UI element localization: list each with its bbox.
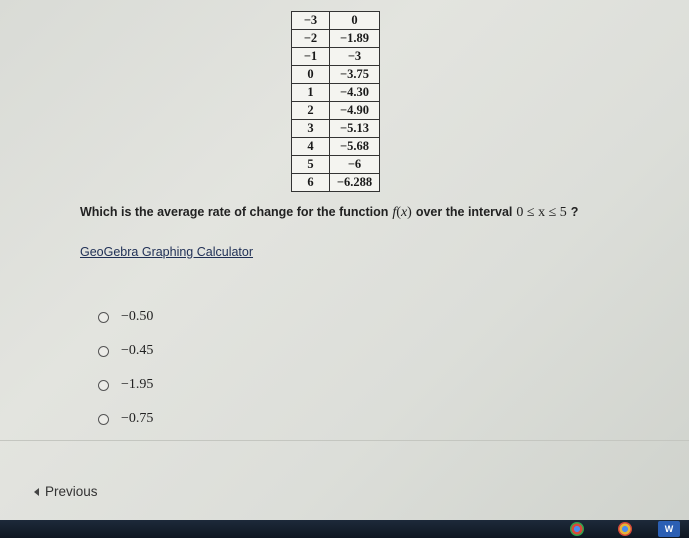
table-cell-y: 0 [329, 11, 380, 30]
function-notation: f(x) [392, 205, 412, 220]
table-row: 2 −4.90 [291, 101, 380, 120]
function-name: f [392, 205, 397, 220]
chrome-icon[interactable] [618, 522, 632, 536]
choice-label: −0.50 [121, 309, 154, 324]
table-row: 0 −3.75 [291, 65, 380, 84]
table-cell-x: 4 [291, 137, 330, 156]
table-cell-y: −4.90 [329, 101, 380, 120]
choice-label: −0.75 [121, 411, 154, 426]
table-row: −2 −1.89 [291, 29, 380, 48]
table-cell-x: −3 [291, 11, 330, 30]
radio-button[interactable] [98, 379, 109, 391]
question-prefix: Which is the average rate of change for … [80, 205, 389, 219]
values-table: −3 0 −2 −1.89 −1 −3 0 −3.75 1 −4.30 2 −4… [291, 11, 380, 192]
table-cell-y: −3.75 [329, 65, 380, 84]
table-cell-y: −5.68 [329, 137, 380, 156]
answer-choice[interactable]: −1.95 [98, 368, 298, 402]
table-cell-y: −6 [329, 155, 380, 174]
section-divider [0, 440, 689, 441]
table-row: −1 −3 [291, 47, 380, 66]
table-cell-x: −2 [291, 29, 330, 48]
choice-label: −0.45 [121, 343, 154, 358]
word-icon[interactable]: W [658, 521, 680, 537]
radio-button[interactable] [98, 345, 109, 357]
answer-choice[interactable]: −0.50 [98, 300, 298, 334]
question-text: Which is the average rate of change for … [80, 205, 578, 221]
quiz-screen: −3 0 −2 −1.89 −1 −3 0 −3.75 1 −4.30 2 −4… [0, 0, 689, 538]
table-cell-y: −5.13 [329, 119, 380, 138]
table-row: 5 −6 [291, 155, 380, 174]
table-cell-x: 1 [291, 83, 330, 102]
function-variable: x [400, 205, 408, 220]
table-cell-x: 5 [291, 155, 330, 174]
interval-notation: 0 ≤ x ≤ 5 [516, 205, 567, 220]
choice-label: −1.95 [121, 377, 154, 392]
table-cell-x: −1 [291, 47, 330, 66]
radio-button[interactable] [98, 311, 109, 323]
table-cell-y: −6.288 [329, 173, 380, 192]
table-row: 3 −5.13 [291, 119, 380, 138]
radio-button[interactable] [98, 413, 109, 425]
chrome-icon[interactable] [570, 522, 584, 536]
table-row: 4 −5.68 [291, 137, 380, 156]
caret-left-icon [34, 487, 39, 496]
table-cell-x: 2 [291, 101, 330, 120]
answer-choice[interactable]: −0.75 [98, 402, 298, 436]
table-cell-y: −1.89 [329, 29, 380, 48]
answer-choice[interactable]: −0.45 [98, 334, 298, 368]
taskbar: W [0, 520, 689, 538]
question-middle: over the interval [415, 205, 513, 219]
table-header-row: −3 0 [291, 11, 380, 30]
question-suffix: ? [570, 205, 579, 219]
table-row: 1 −4.30 [291, 83, 380, 102]
table-cell-y: −3 [329, 47, 380, 66]
answer-choices: −0.50 −0.45 −1.95 −0.75 [98, 300, 298, 436]
table-cell-y: −4.30 [329, 83, 380, 102]
geogebra-calculator-link[interactable]: GeoGebra Graphing Calculator [80, 245, 253, 259]
previous-button[interactable]: Previous [34, 484, 98, 499]
table-row: 6 −6.288 [291, 173, 380, 192]
previous-label: Previous [45, 484, 98, 499]
table-cell-x: 3 [291, 119, 330, 138]
table-cell-x: 6 [291, 173, 330, 192]
table-cell-x: 0 [291, 65, 330, 84]
